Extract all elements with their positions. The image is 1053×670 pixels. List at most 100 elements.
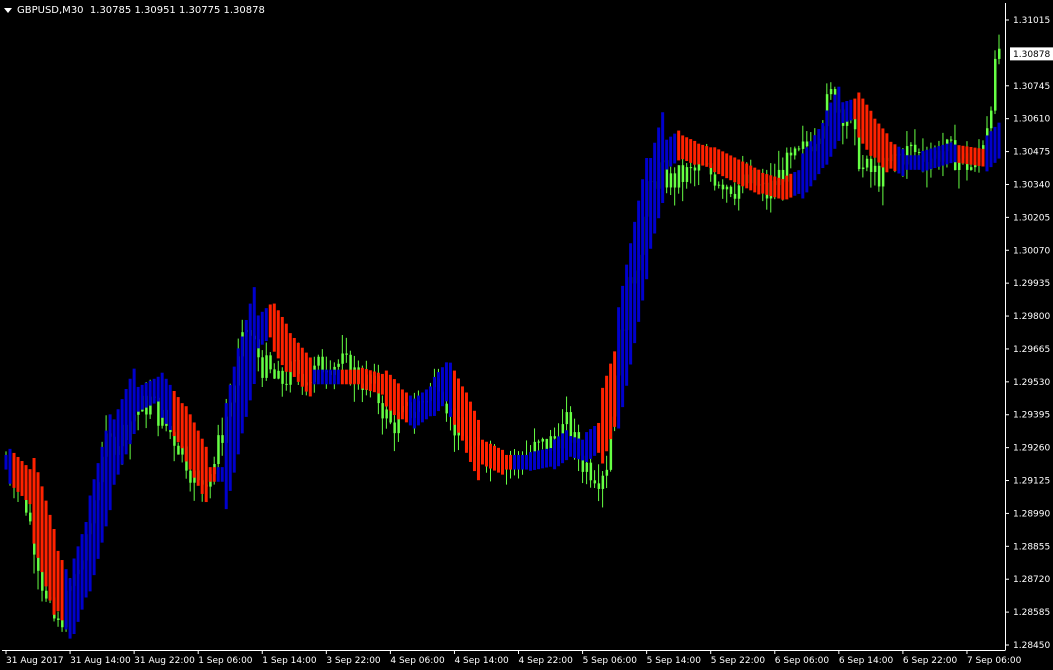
y-tick-label: 1.28585 <box>1013 608 1050 618</box>
candle-body <box>989 110 993 129</box>
x-tick-label: 31 Aug 14:00 <box>70 656 131 666</box>
candle-body <box>261 357 264 378</box>
x-tick-label: 1 Sep 14:00 <box>262 656 317 666</box>
candle-body <box>445 403 448 414</box>
x-tick-label: 5 Sep 06:00 <box>583 656 638 666</box>
candle-body <box>969 167 973 170</box>
x-tick-label: 7 Sep 06:00 <box>967 656 1022 666</box>
band-layer <box>4 86 1001 639</box>
candle <box>321 349 324 373</box>
candle-body <box>381 403 384 419</box>
candle-body <box>949 139 953 141</box>
candle-body <box>565 412 569 425</box>
y-tick-label: 1.28855 <box>1013 542 1050 552</box>
candle <box>137 408 140 431</box>
candle-body <box>673 173 677 188</box>
candle <box>993 50 997 115</box>
candle-body <box>917 152 921 154</box>
candle-body <box>597 483 601 489</box>
x-tick-label: 6 Sep 14:00 <box>839 656 894 666</box>
candle <box>789 147 793 169</box>
candle-body <box>41 570 44 591</box>
candle-body <box>829 89 833 95</box>
candle <box>717 181 721 189</box>
candle <box>869 150 873 188</box>
candle <box>265 342 268 381</box>
candles-layer <box>5 34 1001 632</box>
y-tick-label: 1.31015 <box>1013 16 1050 26</box>
candle-body <box>177 445 180 455</box>
candle-body <box>713 174 717 186</box>
chart-menu-arrow-icon[interactable] <box>4 7 12 13</box>
candle-body <box>157 397 160 426</box>
candle <box>157 397 160 437</box>
candle-body <box>341 353 344 364</box>
candle <box>273 363 276 380</box>
candle-body <box>697 163 701 171</box>
candle <box>57 611 60 627</box>
candle <box>281 367 284 397</box>
y-tick-label: 1.30205 <box>1013 213 1050 223</box>
candle-body <box>993 58 997 111</box>
candle <box>685 163 689 189</box>
candle <box>861 155 865 178</box>
candle-body <box>793 148 797 156</box>
candle-body <box>285 383 288 385</box>
candle-body <box>729 186 733 194</box>
candle-body <box>541 438 545 442</box>
candle <box>989 106 993 134</box>
y-tick-label: 1.29260 <box>1013 444 1050 454</box>
candle-body <box>277 370 280 379</box>
candle <box>998 34 1001 65</box>
candle-body <box>553 436 557 439</box>
candle <box>605 455 609 489</box>
y-tick-label: 1.30070 <box>1013 246 1050 256</box>
price-chart[interactable]: 1.31015 1.30745 1.30610 1.30475 1.30340 1.302… <box>0 0 1053 670</box>
candle <box>601 471 605 508</box>
candle-body <box>737 185 741 199</box>
candle-body <box>265 355 268 378</box>
candle <box>285 369 288 391</box>
axes-layer: 1.31015 1.30745 1.30610 1.30475 1.30340 1.302… <box>2 3 1053 666</box>
candle <box>729 185 733 198</box>
candle <box>949 136 953 143</box>
candle <box>277 360 280 380</box>
candle <box>721 179 725 199</box>
candle-body <box>725 186 729 190</box>
candle <box>45 585 48 602</box>
symbol-label: GBPUSD,M30 <box>17 4 84 16</box>
x-tick-label: 31 Aug 2017 <box>6 656 64 666</box>
candle-body <box>585 462 589 472</box>
x-tick-label: 31 Aug 22:00 <box>134 656 195 666</box>
y-tick-label: 1.30745 <box>1013 82 1050 92</box>
candle <box>865 155 869 172</box>
y-tick-label: 1.29935 <box>1013 279 1050 289</box>
candle <box>593 470 597 489</box>
candle <box>345 337 348 363</box>
candle-body <box>29 512 32 522</box>
candle <box>725 184 729 203</box>
candle <box>829 82 833 100</box>
candle <box>537 439 541 451</box>
candle <box>381 395 384 435</box>
candle <box>693 161 697 187</box>
chart-window: 1.31015 1.30745 1.30610 1.30475 1.30340 1.302… <box>0 0 1053 670</box>
candle-body <box>805 141 809 147</box>
candle <box>597 464 601 502</box>
candle-body <box>605 469 609 476</box>
candle <box>221 417 224 456</box>
candle <box>217 424 220 473</box>
current-price-label: 1.30878 <box>1013 50 1050 60</box>
candle <box>669 166 673 196</box>
candle-body <box>689 167 693 169</box>
candle-body <box>385 409 388 419</box>
candle-body <box>873 165 877 173</box>
candle-body <box>909 144 913 147</box>
candle-body <box>269 355 272 370</box>
y-tick-label: 1.29395 <box>1013 411 1050 421</box>
candle <box>793 146 797 160</box>
candle <box>341 334 344 372</box>
candle-body <box>393 422 396 434</box>
current-price-tag: 1.30878 <box>1010 47 1053 61</box>
y-tick-label: 1.28450 <box>1013 641 1050 651</box>
